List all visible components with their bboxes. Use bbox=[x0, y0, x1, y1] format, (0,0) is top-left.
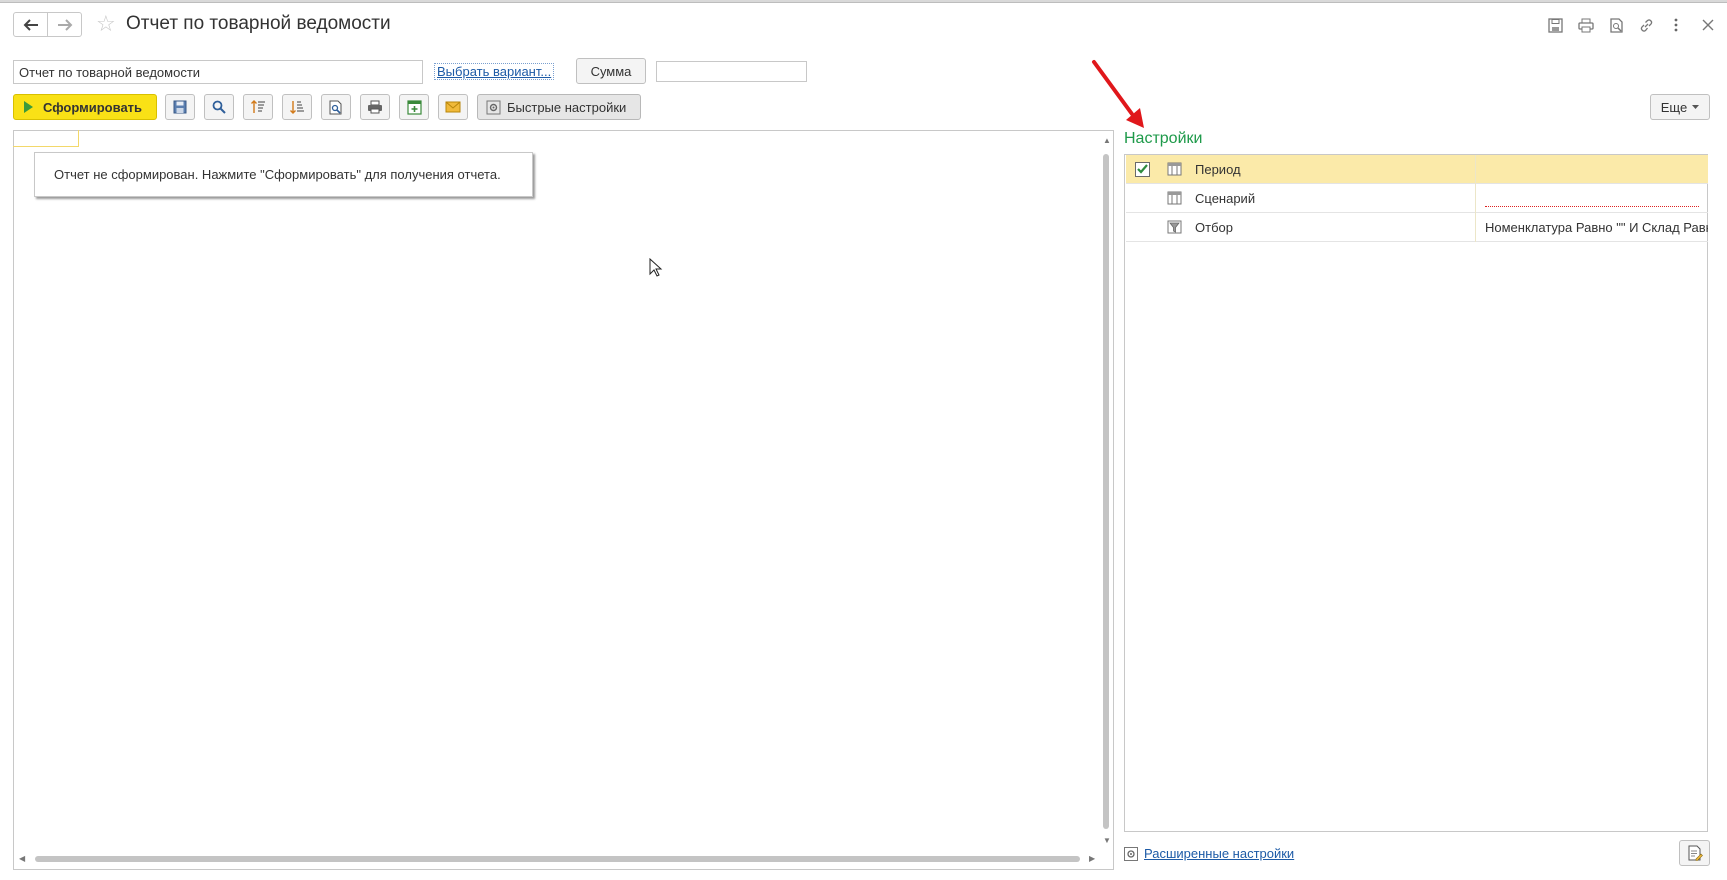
advanced-settings-label: Расширенные настройки bbox=[1144, 846, 1295, 861]
table-field-icon bbox=[1158, 191, 1190, 205]
quick-settings-label: Быстрые настройки bbox=[507, 99, 627, 115]
advanced-settings-link[interactable]: Расширенные настройки bbox=[1124, 846, 1294, 861]
save-report-button[interactable] bbox=[165, 94, 195, 120]
play-icon bbox=[24, 101, 33, 113]
favorite-star-icon[interactable]: ☆ bbox=[96, 12, 116, 36]
print-button[interactable] bbox=[360, 94, 390, 120]
settings-row-checkbox-cell[interactable] bbox=[1126, 155, 1158, 184]
sum-button[interactable]: Сумма bbox=[576, 58, 646, 84]
forward-button[interactable] bbox=[47, 12, 82, 37]
settings-row-checkbox-cell bbox=[1126, 213, 1158, 242]
generate-report-label: Сформировать bbox=[43, 99, 143, 115]
horizontal-scrollbar[interactable]: ◀ ▶ bbox=[15, 852, 1100, 866]
settings-row-period[interactable]: Период bbox=[1126, 154, 1708, 184]
quick-settings-button[interactable]: Быстрые настройки bbox=[477, 94, 641, 120]
edit-document-icon bbox=[1688, 845, 1703, 861]
find-button[interactable] bbox=[204, 94, 234, 120]
settings-title: Настройки bbox=[1124, 130, 1203, 147]
sort-asc-button[interactable] bbox=[243, 94, 273, 120]
preview-button[interactable] bbox=[321, 94, 351, 120]
edit-settings-button[interactable] bbox=[1679, 840, 1710, 866]
scroll-left-icon[interactable]: ◀ bbox=[19, 854, 25, 863]
print-icon[interactable] bbox=[1575, 14, 1597, 36]
scroll-right-icon[interactable]: ▶ bbox=[1089, 854, 1095, 863]
required-field-underline bbox=[1485, 205, 1699, 207]
settings-row-name: Отбор bbox=[1190, 212, 1476, 242]
generate-report-button[interactable]: Сформировать bbox=[13, 94, 157, 120]
report-document-area[interactable] bbox=[13, 130, 1114, 870]
horizontal-scroll-thumb[interactable] bbox=[35, 856, 1080, 862]
sum-field[interactable] bbox=[656, 61, 807, 82]
settings-row-name: Период bbox=[1190, 154, 1476, 184]
period-checkbox[interactable] bbox=[1134, 161, 1150, 177]
report-variant-field[interactable]: Отчет по товарной ведомости bbox=[13, 60, 423, 84]
settings-table: Период Сценарий Отбор Номенклатура Равно… bbox=[1124, 154, 1708, 832]
link-icon[interactable] bbox=[1635, 14, 1657, 36]
save-icon[interactable] bbox=[1544, 14, 1566, 36]
mouse-cursor-icon bbox=[649, 257, 663, 281]
sort-desc-button[interactable] bbox=[282, 94, 312, 120]
settings-row-checkbox-cell bbox=[1126, 184, 1158, 213]
scroll-up-icon[interactable]: ▲ bbox=[1103, 136, 1111, 145]
checkmark-icon bbox=[1136, 164, 1148, 174]
red-annotation-arrow-icon bbox=[1090, 58, 1146, 133]
more-label: Еще bbox=[1660, 99, 1688, 115]
forward-arrow-icon bbox=[57, 18, 72, 31]
email-icon bbox=[445, 101, 461, 113]
preview-icon[interactable] bbox=[1605, 14, 1627, 36]
vertical-scroll-thumb[interactable] bbox=[1103, 154, 1109, 829]
gear-icon bbox=[486, 100, 501, 114]
settings-row-filter[interactable]: Отбор Номенклатура Равно "" И Склад Равн… bbox=[1126, 212, 1708, 242]
settings-row-name: Сценарий bbox=[1190, 183, 1476, 213]
vertical-scrollbar[interactable]: ▲ ▼ bbox=[1100, 132, 1112, 850]
email-button[interactable] bbox=[438, 94, 468, 120]
settings-row-value[interactable] bbox=[1476, 155, 1708, 184]
scroll-down-icon[interactable]: ▼ bbox=[1103, 836, 1111, 845]
back-arrow-icon bbox=[23, 18, 38, 31]
preview-icon bbox=[329, 100, 342, 114]
back-button[interactable] bbox=[13, 12, 48, 37]
close-icon[interactable] bbox=[1697, 14, 1719, 36]
more-vertical-icon[interactable] bbox=[1665, 14, 1687, 36]
table-field-icon bbox=[1158, 162, 1190, 176]
filter-icon bbox=[1158, 220, 1190, 234]
new-window-button[interactable] bbox=[399, 94, 429, 120]
page-title: Отчет по товарной ведомости bbox=[126, 13, 391, 34]
settings-row-value[interactable] bbox=[1476, 184, 1708, 213]
print-icon bbox=[368, 100, 382, 114]
settings-row-value[interactable]: Номенклатура Равно "" И Склад Равно "" bbox=[1476, 213, 1708, 242]
save-icon bbox=[173, 100, 187, 114]
active-cell[interactable] bbox=[13, 130, 79, 147]
gear-icon bbox=[1124, 846, 1138, 861]
sort-asc-icon bbox=[251, 100, 265, 113]
chevron-down-icon bbox=[1692, 105, 1700, 109]
sort-desc-icon bbox=[290, 101, 304, 114]
window-top-border bbox=[0, 0, 1727, 3]
new-window-icon bbox=[406, 99, 422, 115]
report-not-generated-message: Отчет не сформирован. Нажмите "Сформиров… bbox=[34, 152, 533, 197]
settings-row-scenario[interactable]: Сценарий bbox=[1126, 183, 1708, 213]
choose-variant-link[interactable]: Выбрать вариант... bbox=[434, 63, 555, 80]
more-button[interactable]: Еще bbox=[1650, 94, 1710, 120]
find-icon bbox=[212, 100, 226, 114]
